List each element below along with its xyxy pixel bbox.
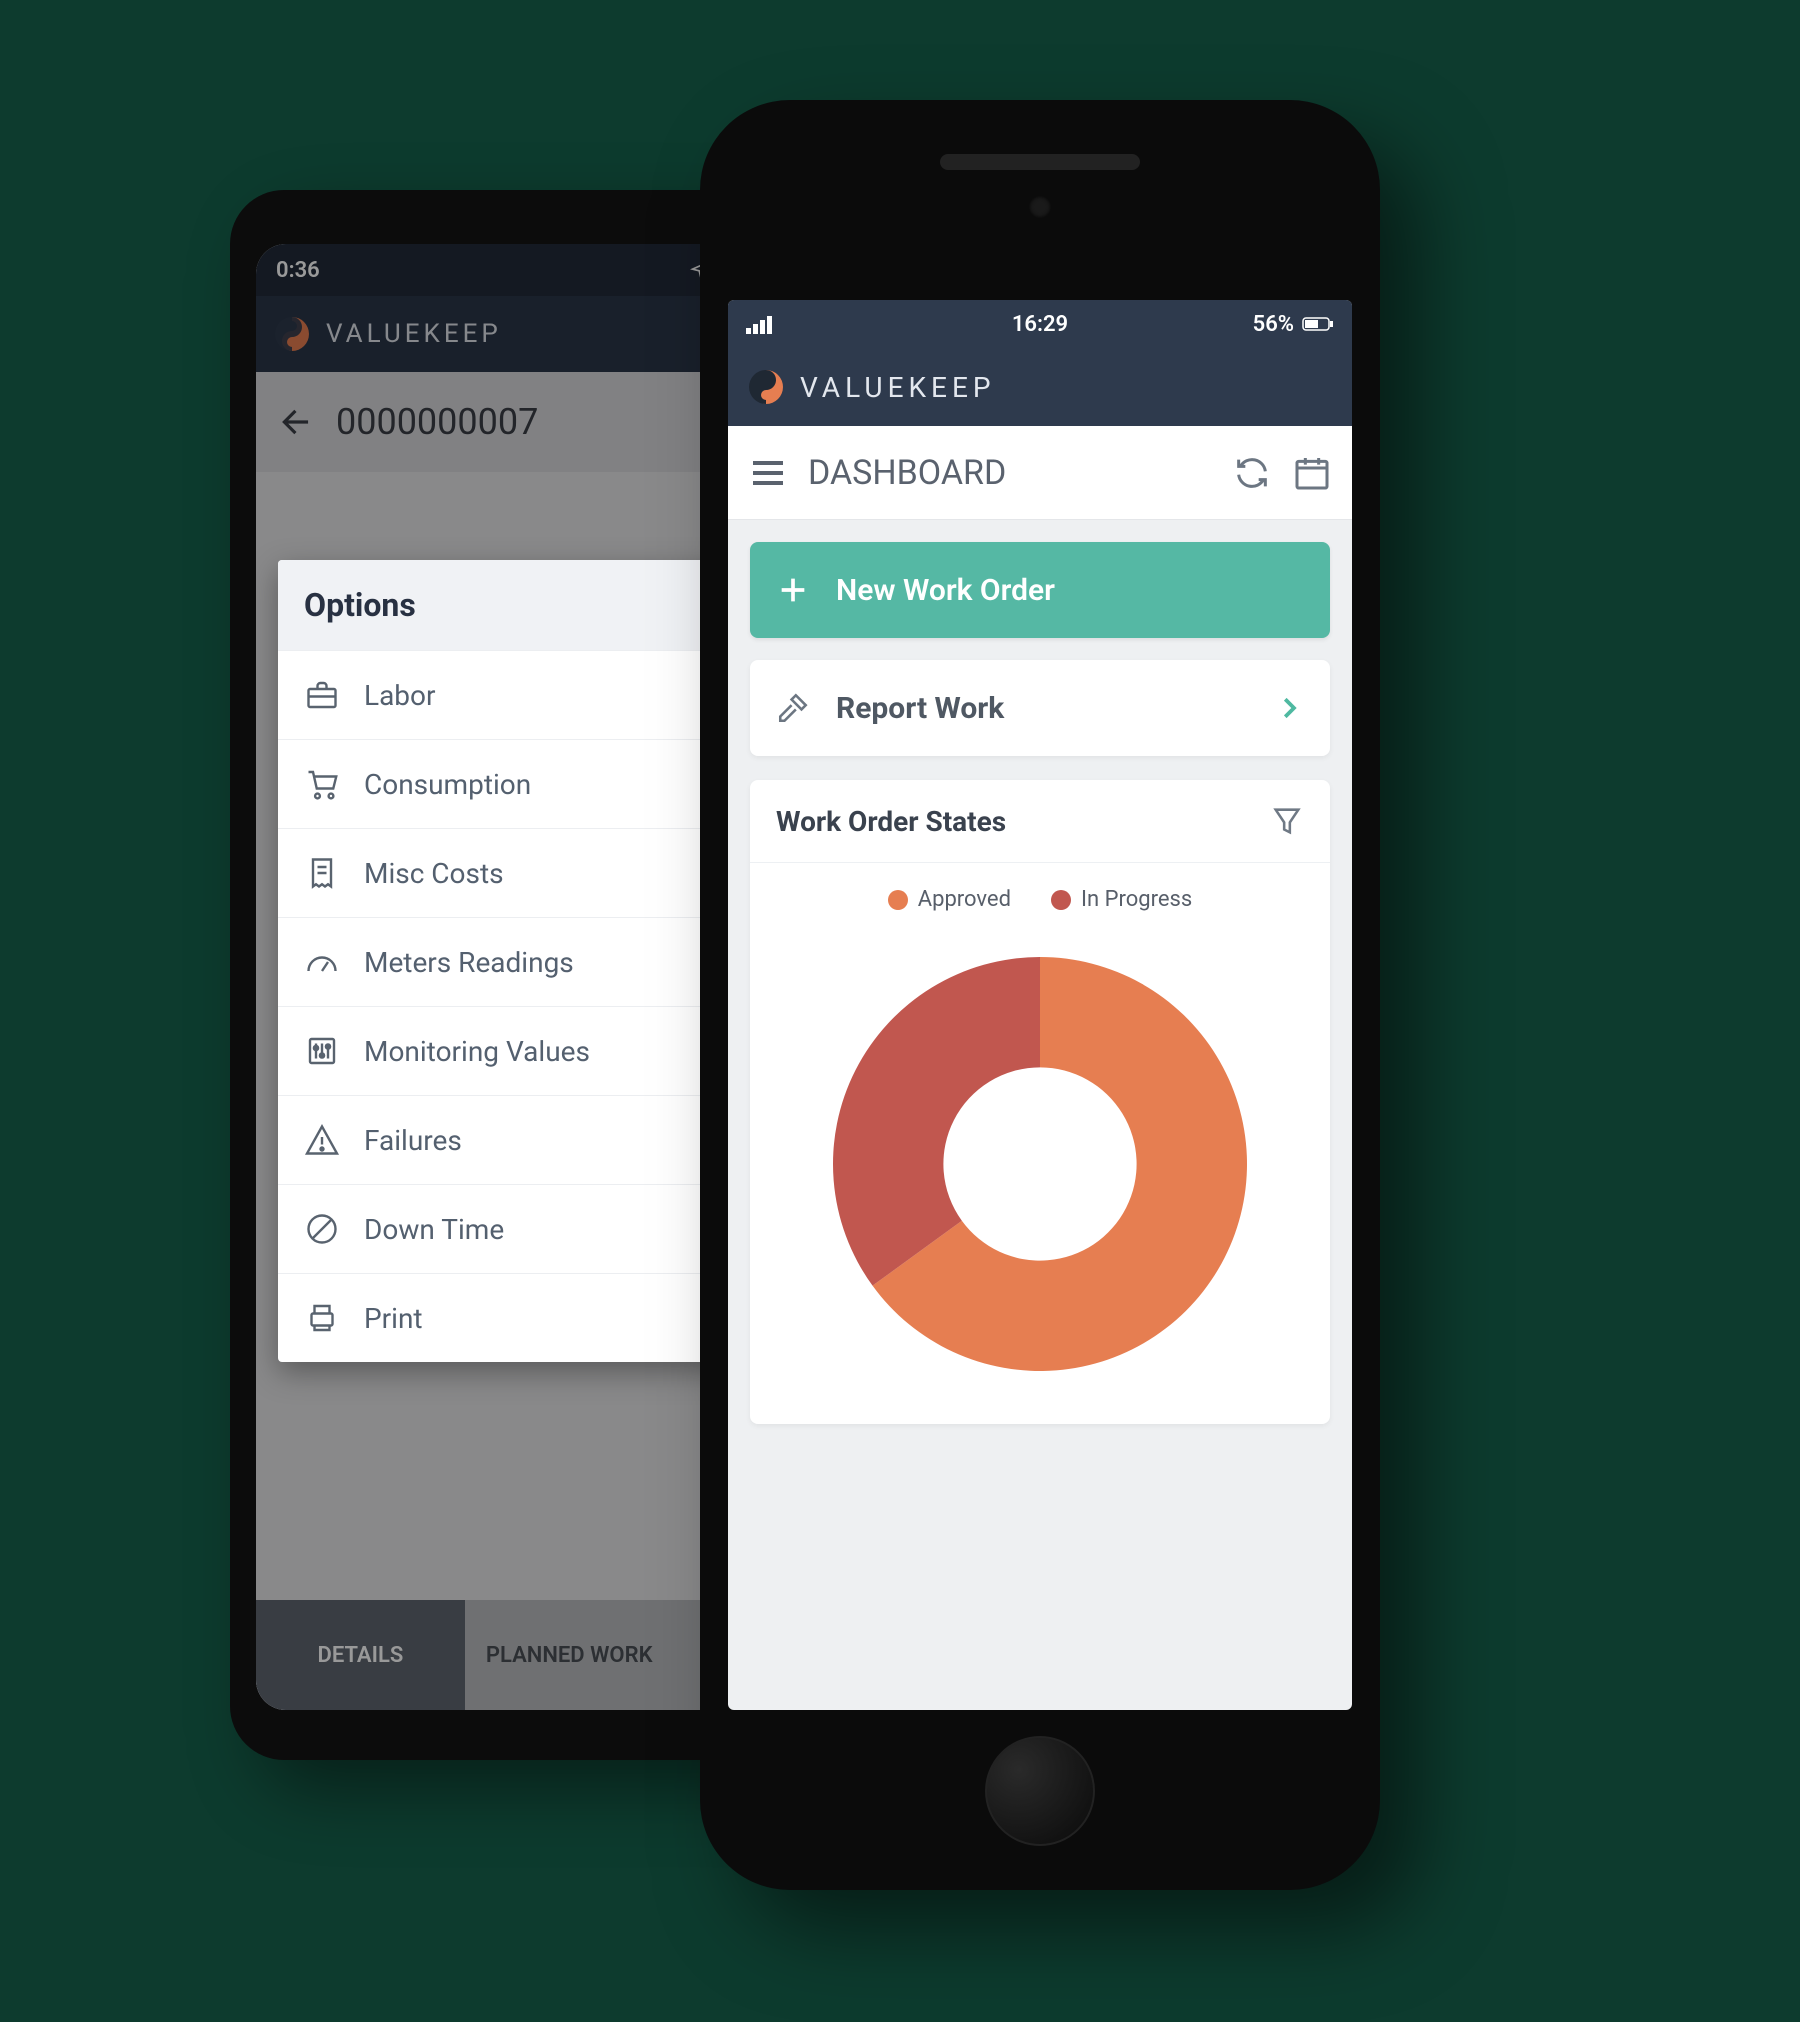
option-monitoring-values[interactable]: Monitoring Values [278,1006,746,1095]
sliders-icon [304,1033,340,1069]
brand-name: VALUEKEEP [800,371,996,404]
filter-icon[interactable] [1270,804,1304,838]
iphone-camera [1029,196,1051,218]
option-label: Misc Costs [364,857,504,890]
dashboard-bar: DASHBOARD [728,426,1352,520]
calendar-icon[interactable] [1292,453,1332,493]
work-order-states-card: Work Order States Approved In Progress [750,780,1330,1424]
option-label: Labor [364,679,436,712]
option-label: Monitoring Values [364,1035,590,1068]
option-label: Print [364,1302,423,1335]
page-title: DASHBOARD [808,453,1212,493]
new-work-order-button[interactable]: New Work Order [750,542,1330,638]
option-misc-costs[interactable]: Misc Costs [278,828,746,917]
donut-chart [750,924,1330,1404]
option-label: Meters Readings [364,946,574,979]
device-iphone: 16:29 56% VALUEKEEP DASHBOARD [700,100,1380,1890]
iphone-home-button[interactable] [985,1736,1095,1846]
chart-legend: Approved In Progress [750,863,1330,924]
briefcase-icon [304,677,340,713]
option-down-time[interactable]: Down Time [278,1184,746,1273]
ban-icon [304,1211,340,1247]
option-labor[interactable]: Labor [278,650,746,739]
refresh-icon[interactable] [1232,453,1272,493]
states-title: Work Order States [776,805,1006,838]
brand-name: VALUEKEEP [326,319,502,349]
ios-status-bar: 16:29 56% [728,300,1352,348]
ios-time: 16:29 [728,312,1352,337]
new-work-order-label: New Work Order [836,573,1055,608]
option-print[interactable]: Print [278,1273,746,1362]
iphone-speaker [940,154,1140,170]
app-header-right: VALUEKEEP [728,348,1352,426]
dashboard-content: New Work Order Report Work Work Order St… [728,520,1352,1446]
print-icon [304,1300,340,1336]
warning-icon [304,1122,340,1158]
legend-approved: Approved [888,887,1011,912]
record-id: 0000000007 [336,401,538,443]
report-work-label: Report Work [836,691,1004,726]
option-failures[interactable]: Failures [278,1095,746,1184]
tab-planned-work[interactable]: PLANNED WORK [465,1600,674,1710]
option-consumption[interactable]: Consumption [278,739,746,828]
hammer-icon [776,691,810,725]
option-label: Down Time [364,1213,504,1246]
iphone-screen: 16:29 56% VALUEKEEP DASHBOARD [728,300,1352,1710]
valuekeep-logo-icon [746,367,786,407]
legend-inprogress: In Progress [1051,887,1192,912]
options-popover: Options Labor Consumption Misc Costs Met… [278,560,746,1362]
gauge-icon [304,944,340,980]
option-label: Consumption [364,768,531,801]
receipt-icon [304,855,340,891]
options-title: Options [278,560,746,650]
tab-details[interactable]: DETAILS [256,1600,465,1710]
cart-icon [304,766,340,802]
report-work-button[interactable]: Report Work [750,660,1330,756]
back-arrow-icon[interactable] [278,403,316,441]
option-label: Failures [364,1124,462,1157]
valuekeep-logo-icon [272,314,312,354]
option-meters-readings[interactable]: Meters Readings [278,917,746,1006]
chevron-right-icon [1274,693,1304,723]
hamburger-icon[interactable] [748,453,788,493]
plus-icon [776,573,810,607]
android-time: 0:36 [276,258,320,283]
